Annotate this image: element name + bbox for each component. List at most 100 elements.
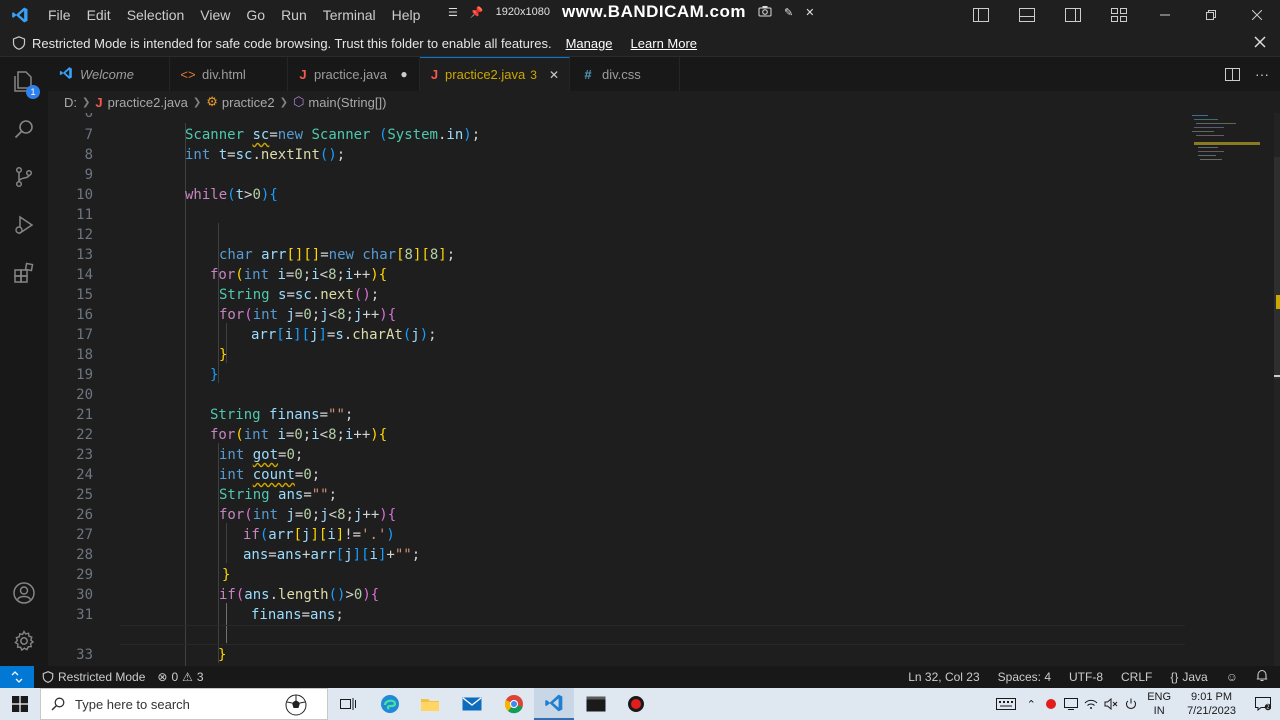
code-text: if(arr[j][i]!='.') [243, 527, 395, 543]
recorder-camera-icon[interactable] [758, 5, 772, 20]
taskbar-search-box[interactable]: Type here to search [40, 688, 328, 720]
explorer-icon[interactable]: 1 [0, 57, 48, 105]
tab-div-css[interactable]: # div.css [570, 57, 680, 91]
code-line: 7 Scanner sc=new Scanner (System.in); [84, 127, 481, 143]
tab-div-html[interactable]: <> div.html [170, 57, 288, 91]
tab-label: practice.java [314, 66, 387, 82]
menu-edit[interactable]: Edit [79, 0, 119, 30]
tab-practice2-java[interactable]: J practice2.java 3 ✕ [420, 57, 570, 91]
input-language[interactable]: ENG IN [1141, 690, 1177, 718]
close-window-icon[interactable] [1234, 0, 1280, 30]
breadcrumb-method[interactable]: main(String[]) [308, 95, 386, 110]
notifications-bell-icon[interactable] [1256, 669, 1268, 685]
recording-indicator-icon[interactable] [1041, 688, 1061, 720]
menu-terminal[interactable]: Terminal [315, 0, 384, 30]
code-line: 18} [76, 347, 228, 363]
menu-view[interactable]: View [192, 0, 238, 30]
problems-status[interactable]: ⊗ 0 ⚠ 3 [157, 670, 203, 684]
layout-panel-icon[interactable] [1004, 0, 1050, 30]
power-icon[interactable] [1121, 688, 1141, 720]
code-line: 10 while(t>0){ [76, 187, 278, 203]
edge-browser-icon[interactable] [370, 688, 410, 720]
code-text: for(int i=0;i<8;i++){ [210, 427, 388, 443]
clock[interactable]: 9:01 PM 7/21/2023 [1177, 690, 1246, 718]
indentation[interactable]: Spaces: 4 [998, 670, 1051, 684]
feedback-icon[interactable]: ☺ [1226, 670, 1238, 684]
close-banner-icon[interactable] [1254, 36, 1266, 51]
recorder-close-icon[interactable]: ✕ [805, 6, 814, 19]
restricted-mode-status[interactable]: Restricted Mode [34, 666, 153, 688]
settings-gear-icon[interactable] [0, 617, 48, 665]
notification-center-icon[interactable]: 2 [1246, 688, 1280, 720]
tab-welcome[interactable]: Welcome [48, 57, 170, 91]
keyboard-icon[interactable] [991, 688, 1021, 720]
extensions-icon[interactable] [0, 249, 48, 297]
recorder-pencil-icon[interactable]: ✎ [784, 6, 793, 19]
code-line: 11 [76, 207, 93, 223]
chrome-icon[interactable] [494, 688, 534, 720]
source-control-icon[interactable] [0, 153, 48, 201]
menu-selection[interactable]: Selection [119, 0, 193, 30]
recorder-resolution: 1920x1080 [495, 6, 551, 18]
restore-icon[interactable] [1188, 0, 1234, 30]
encoding[interactable]: UTF-8 [1069, 670, 1103, 684]
layout-sidebar-icon[interactable] [958, 0, 1004, 30]
mail-icon[interactable] [452, 688, 492, 720]
recorder-menu-icon[interactable]: ☰ [448, 6, 458, 19]
tab-practice-java[interactable]: J practice.java ● [288, 57, 420, 91]
split-editor-icon[interactable] [1216, 57, 1248, 91]
learn-more-link[interactable]: Learn More [631, 36, 697, 51]
code-editor[interactable]: 6 7 Scanner sc=new Scanner (System.in); 8… [48, 113, 1280, 666]
customize-layout-icon[interactable] [1096, 0, 1142, 30]
scrollbar-thumb[interactable] [1274, 157, 1280, 379]
code-text: arr[i][j]=s.charAt(j); [251, 327, 437, 343]
manage-link[interactable]: Manage [566, 36, 613, 51]
remote-window-icon[interactable] [0, 666, 34, 688]
code-line: 14 for(int i=0;i<8;i++){ [76, 267, 388, 283]
shield-icon [42, 671, 54, 683]
code-line: 8 int t=sc.nextInt(); [84, 147, 346, 163]
run-debug-icon[interactable] [0, 201, 48, 249]
modified-dot-icon[interactable]: ● [399, 67, 409, 81]
more-actions-icon[interactable]: ··· [1248, 57, 1276, 91]
code-text: char arr[][]=new char[8][8]; [219, 247, 456, 263]
minimize-icon[interactable] [1142, 0, 1188, 30]
explorer-badge: 1 [26, 85, 40, 99]
vertical-scrollbar[interactable] [1266, 113, 1280, 666]
layout-secondary-sidebar-icon[interactable] [1050, 0, 1096, 30]
close-tab-icon[interactable]: ✕ [549, 68, 559, 82]
code-line: 12 [76, 227, 93, 243]
windows-start-icon[interactable] [0, 688, 40, 720]
language-mode[interactable]: {} Java [1170, 670, 1207, 684]
recorder-app-icon[interactable] [616, 688, 656, 720]
search-icon[interactable] [0, 105, 48, 153]
recorder-pin-icon[interactable]: 📌 [470, 6, 484, 19]
menu-file[interactable]: File [40, 0, 79, 30]
task-view-icon[interactable] [328, 688, 368, 720]
code-text: Scanner sc=new Scanner (System.in); [185, 127, 481, 143]
minimap[interactable] [1190, 113, 1266, 666]
html-icon: <> [180, 66, 196, 82]
file-explorer-icon[interactable] [410, 688, 450, 720]
account-icon[interactable] [0, 569, 48, 617]
breadcrumb-file[interactable]: practice2.java [108, 95, 188, 110]
error-icon: ⊗ [157, 670, 168, 684]
code-text: } [219, 347, 228, 363]
chevron-up-icon[interactable]: ⌃ [1021, 688, 1041, 720]
cursor-position[interactable]: Ln 32, Col 23 [908, 670, 979, 684]
code-line: 6 [84, 113, 93, 121]
breadcrumb-drive[interactable]: D: [64, 95, 77, 110]
code-line: 25 String ans=""; [76, 487, 338, 503]
network-icon[interactable] [1061, 688, 1081, 720]
tab-problem-count: 3 [530, 67, 537, 82]
vscode-taskbar-icon[interactable] [534, 688, 574, 720]
menu-go[interactable]: Go [238, 0, 273, 30]
end-of-line[interactable]: CRLF [1121, 670, 1152, 684]
code-text: for(int j=0;j<8;j++){ [219, 507, 397, 523]
menu-help[interactable]: Help [384, 0, 429, 30]
wifi-cloud-icon[interactable] [1081, 688, 1101, 720]
terminal-icon[interactable] [576, 688, 616, 720]
breadcrumb-class[interactable]: practice2 [222, 95, 275, 110]
volume-muted-icon[interactable] [1101, 688, 1121, 720]
menu-run[interactable]: Run [273, 0, 315, 30]
